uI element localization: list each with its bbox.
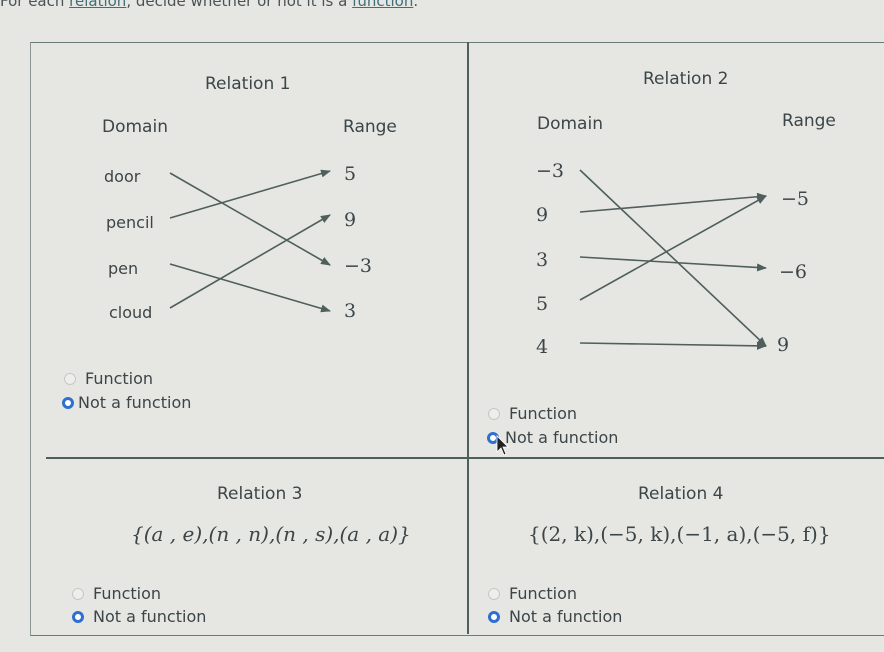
option-label: Function [85, 369, 154, 388]
relation-1-domain-item: pencil [106, 213, 154, 232]
radio-button-selected[interactable] [487, 431, 499, 444]
radio-button-selected[interactable] [488, 610, 500, 623]
relation-2-range-label: Range [782, 111, 836, 131]
instruction-pre: For each [0, 0, 70, 10]
relation-1-domain-item: cloud [109, 303, 153, 322]
option-label: Function [509, 584, 578, 603]
column-divider [467, 42, 469, 634]
option-label: Not a function [93, 607, 207, 626]
radio-button-unselected[interactable] [64, 372, 76, 385]
relation-1-range-item: 9 [344, 209, 357, 231]
relation-3-option-function[interactable]: Function [72, 584, 161, 603]
relation-2-range-item: −5 [781, 188, 810, 210]
instruction-text: For each relation, decide whether or not… [0, 0, 418, 10]
relation-2-option-not-function[interactable]: Not a function [487, 428, 618, 447]
relation-1-title: Relation 1 [205, 74, 291, 94]
radio-button-unselected[interactable] [488, 407, 500, 420]
function-link[interactable]: function [352, 0, 413, 10]
option-label: Not a function [78, 393, 192, 412]
radio-button-unselected[interactable] [72, 587, 84, 600]
relation-4-option-not-function[interactable]: Not a function [488, 607, 622, 626]
option-label: Not a function [509, 607, 623, 626]
relation-1-domain-item: door [104, 167, 141, 186]
radio-button-selected[interactable] [72, 610, 84, 623]
relation-1-option-function[interactable]: Function [64, 369, 153, 388]
relation-3-option-not-function[interactable]: Not a function [72, 607, 206, 626]
relation-3-set: {(a , e),(n , n),(n , s),(a , a)} [131, 522, 411, 546]
relation-1-range-item: 5 [344, 163, 357, 185]
option-label: Function [93, 584, 162, 603]
radio-button-selected[interactable] [62, 396, 74, 409]
relation-2-domain-item: 5 [536, 293, 549, 315]
relation-3-title: Relation 3 [217, 484, 303, 504]
relation-4-title: Relation 4 [638, 484, 724, 504]
relation-link[interactable]: relation [69, 0, 126, 10]
option-label: Function [509, 404, 578, 423]
relation-1-range-item: 3 [344, 300, 357, 322]
relation-2-domain-label: Domain [537, 114, 603, 134]
instruction-mid: , decide whether or not it is a [126, 0, 353, 10]
radio-button-unselected[interactable] [488, 587, 500, 600]
relation-2-range-item: 9 [777, 334, 790, 356]
relation-4-option-function[interactable]: Function [488, 584, 577, 603]
relation-2-range-item: −6 [779, 261, 808, 283]
relation-1-domain-item: pen [108, 259, 139, 278]
relation-1-range-item: −3 [344, 255, 373, 277]
relation-2-domain-item: −3 [536, 160, 565, 182]
relation-1-option-not-function[interactable]: Not a function [62, 393, 191, 412]
relation-2-option-function[interactable]: Function [488, 404, 577, 423]
relation-2-domain-item: 9 [536, 204, 549, 226]
instruction-post: . [413, 0, 419, 10]
relation-1-domain-label: Domain [102, 117, 168, 137]
relation-2-domain-item: 4 [536, 336, 549, 358]
relation-2-title: Relation 2 [643, 69, 729, 89]
relation-2-domain-item: 3 [536, 249, 549, 271]
option-label: Not a function [505, 428, 619, 447]
relation-4-set: {(2, k),(−5, k),(−1, a),(−5, f)} [528, 522, 831, 546]
relation-1-range-label: Range [343, 117, 397, 137]
row-divider [46, 457, 884, 459]
